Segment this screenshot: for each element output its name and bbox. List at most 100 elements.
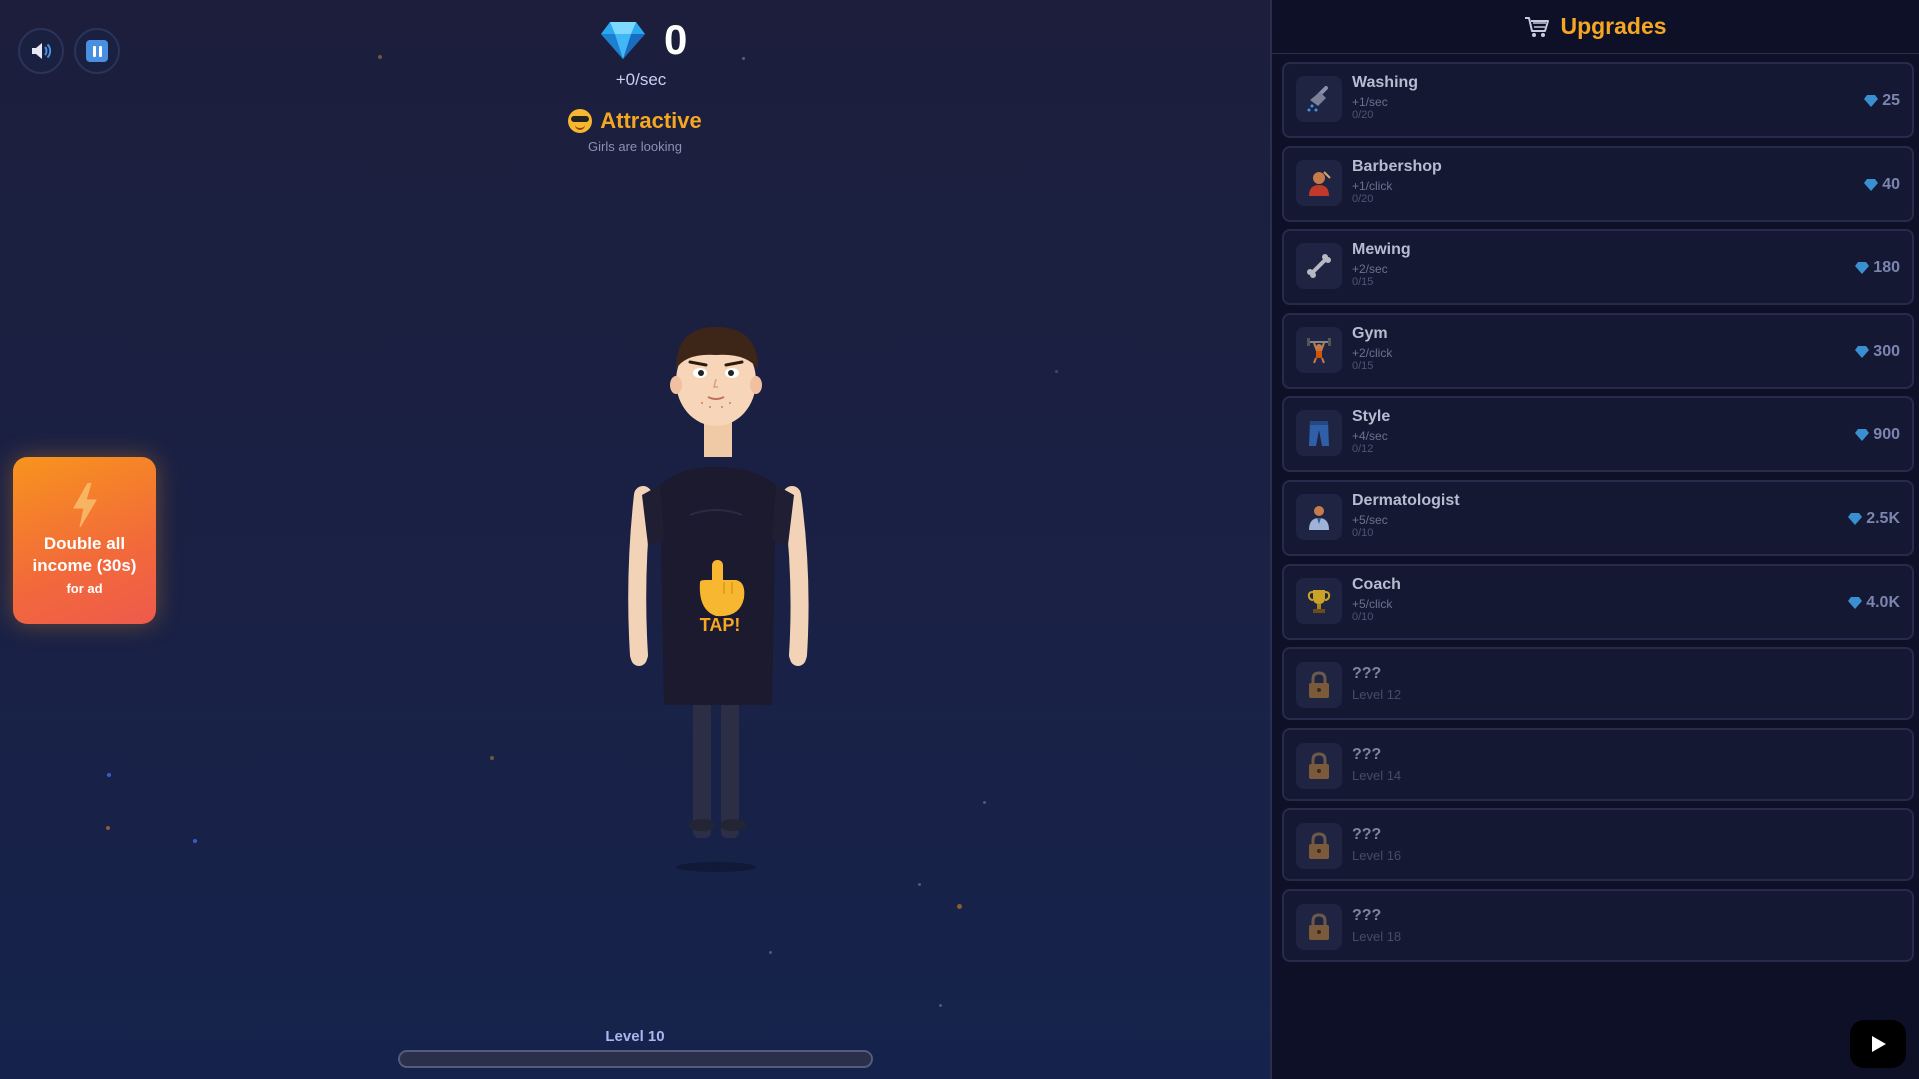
background-particle bbox=[939, 1004, 942, 1007]
upgrade-cost-value: 900 bbox=[1873, 426, 1900, 444]
weightlifter-icon bbox=[1296, 326, 1342, 373]
gem-icon bbox=[1848, 596, 1863, 609]
upgrade-item-coach[interactable]: Coach +5/click 0/10 4.0K bbox=[1282, 563, 1914, 640]
shopping-cart-icon bbox=[1525, 16, 1550, 37]
gem-counter: 0 bbox=[600, 16, 687, 64]
locked-upgrade-name: ??? bbox=[1352, 745, 1382, 763]
bone-icon bbox=[1296, 243, 1342, 290]
upgrade-count: 0/15 bbox=[1352, 276, 1374, 289]
character-figure bbox=[628, 327, 809, 872]
upgrade-cost-value: 25 bbox=[1882, 92, 1900, 109]
ad-subtitle: for ad bbox=[66, 581, 103, 596]
lightning-icon bbox=[72, 483, 97, 527]
game-area: 0 +0/sec Attractive Girls are looking Do… bbox=[0, 0, 1270, 1079]
play-icon bbox=[1872, 1036, 1886, 1052]
gem-icon bbox=[1855, 429, 1870, 442]
lock-icon bbox=[1296, 662, 1342, 709]
upgrade-cost: 300 bbox=[1855, 343, 1900, 361]
gem-icon bbox=[1864, 95, 1879, 107]
upgrade-item-washing[interactable]: Washing +1/sec 0/20 25 bbox=[1282, 62, 1914, 138]
upgrade-count: 0/15 bbox=[1352, 359, 1374, 372]
income-per-second: +0/sec bbox=[615, 70, 667, 89]
upgrade-item-barbershop[interactable]: Barbershop +1/click 0/20 40 bbox=[1282, 145, 1914, 222]
upgrade-name: Barbershop bbox=[1352, 157, 1442, 175]
upgrade-cost-value: 2.5K bbox=[1866, 509, 1900, 527]
background-particle bbox=[983, 801, 986, 804]
upgrades-panel: Upgrades Washing +1/sec 0/20 25 Barbersh… bbox=[1270, 0, 1919, 1079]
upgrade-cost-value: 40 bbox=[1882, 175, 1900, 193]
gem-icon bbox=[601, 22, 645, 59]
upgrade-cost-value: 300 bbox=[1873, 342, 1900, 360]
upgrade-cost-value: 180 bbox=[1873, 259, 1900, 277]
double-income-ad-button[interactable]: Double all income (30s) for ad bbox=[13, 457, 156, 624]
upgrade-count: 0/10 bbox=[1352, 526, 1374, 539]
pause-button[interactable] bbox=[74, 28, 120, 74]
upgrade-cost: 40 bbox=[1864, 176, 1900, 194]
upgrade-count: 0/20 bbox=[1352, 109, 1374, 121]
upgrade-cost: 4.0K bbox=[1848, 594, 1900, 612]
sound-toggle-button[interactable] bbox=[18, 28, 64, 74]
locked-upgrade-requirement: Level 16 bbox=[1352, 848, 1402, 864]
upgrade-cost: 2.5K bbox=[1848, 510, 1900, 528]
upgrade-effect: +1/click bbox=[1352, 178, 1393, 193]
locked-upgrade-requirement: Level 12 bbox=[1352, 687, 1402, 703]
background-particle bbox=[918, 883, 921, 886]
gem-icon bbox=[1848, 512, 1863, 525]
rank-title-row: Attractive bbox=[0, 108, 1270, 134]
background-particle bbox=[769, 951, 772, 954]
background-particle bbox=[490, 756, 494, 760]
upgrade-name: Style bbox=[1352, 408, 1391, 426]
locked-upgrade-item: ??? Level 16 bbox=[1282, 808, 1914, 882]
upgrade-item-style[interactable]: Style +4/sec 0/12 900 bbox=[1282, 396, 1914, 473]
upgrade-count: 0/10 bbox=[1352, 610, 1374, 623]
background-particle bbox=[742, 57, 745, 60]
ad-title: Double all income (30s) bbox=[32, 534, 137, 575]
locked-upgrade-name: ??? bbox=[1352, 826, 1382, 844]
tap-label: TAP! bbox=[699, 615, 741, 635]
speaker-icon bbox=[32, 43, 52, 59]
upgrade-effect: +5/click bbox=[1352, 596, 1393, 611]
tap-character[interactable]: TAP! bbox=[620, 315, 820, 875]
barber-icon bbox=[1296, 159, 1342, 206]
locked-upgrade-requirement: Level 18 bbox=[1352, 928, 1402, 944]
upgrade-name: Dermatologist bbox=[1352, 491, 1460, 509]
upgrade-effect: +5/sec bbox=[1352, 512, 1388, 527]
upgrade-item-gym[interactable]: Gym +2/click 0/15 300 bbox=[1282, 312, 1914, 389]
background-particle bbox=[1055, 370, 1058, 373]
locked-upgrade-item: ??? Level 12 bbox=[1282, 647, 1914, 721]
upgrade-effect: +2/click bbox=[1352, 345, 1393, 360]
upgrade-name: Washing bbox=[1352, 74, 1419, 91]
upgrade-effect: +2/sec bbox=[1352, 262, 1388, 277]
upgrade-list: Washing +1/sec 0/20 25 Barbershop +1/cli… bbox=[1282, 62, 1914, 969]
background-particle bbox=[957, 904, 962, 909]
lock-icon bbox=[1296, 742, 1342, 789]
jeans-icon bbox=[1296, 410, 1342, 457]
locked-upgrade-requirement: Level 14 bbox=[1352, 767, 1402, 783]
upgrade-cost-value: 4.0K bbox=[1866, 593, 1900, 611]
play-button[interactable] bbox=[1850, 1020, 1906, 1068]
level-label: Level 10 bbox=[605, 1028, 665, 1045]
upgrade-count: 0/20 bbox=[1352, 192, 1374, 205]
gem-icon bbox=[1855, 262, 1870, 275]
upgrades-title: Upgrades bbox=[1560, 13, 1667, 39]
upgrade-item-mewing[interactable]: Mewing +2/sec 0/15 180 bbox=[1282, 229, 1914, 306]
doctor-icon bbox=[1296, 493, 1342, 540]
shower-icon bbox=[1296, 76, 1342, 122]
upgrade-effect: +1/sec bbox=[1352, 95, 1388, 109]
upgrade-cost: 900 bbox=[1855, 426, 1900, 444]
gem-icon bbox=[1855, 345, 1870, 358]
rank-title: Attractive bbox=[600, 108, 702, 133]
upgrade-name: Gym bbox=[1352, 324, 1388, 342]
background-particle bbox=[193, 839, 197, 843]
upgrades-header: Upgrades bbox=[1272, 0, 1919, 54]
background-particle bbox=[378, 55, 382, 59]
rank-subtitle: Girls are looking bbox=[588, 139, 682, 154]
locked-upgrade-name: ??? bbox=[1352, 906, 1382, 924]
upgrade-item-dermatologist[interactable]: Dermatologist +5/sec 0/10 2.5K bbox=[1282, 479, 1914, 556]
lock-icon bbox=[1296, 823, 1342, 870]
gem-count: 0 bbox=[664, 16, 688, 63]
sunglasses-face-icon bbox=[568, 109, 593, 133]
locked-upgrade-name: ??? bbox=[1352, 665, 1382, 683]
lock-icon bbox=[1296, 903, 1342, 950]
background-particle bbox=[107, 773, 111, 777]
